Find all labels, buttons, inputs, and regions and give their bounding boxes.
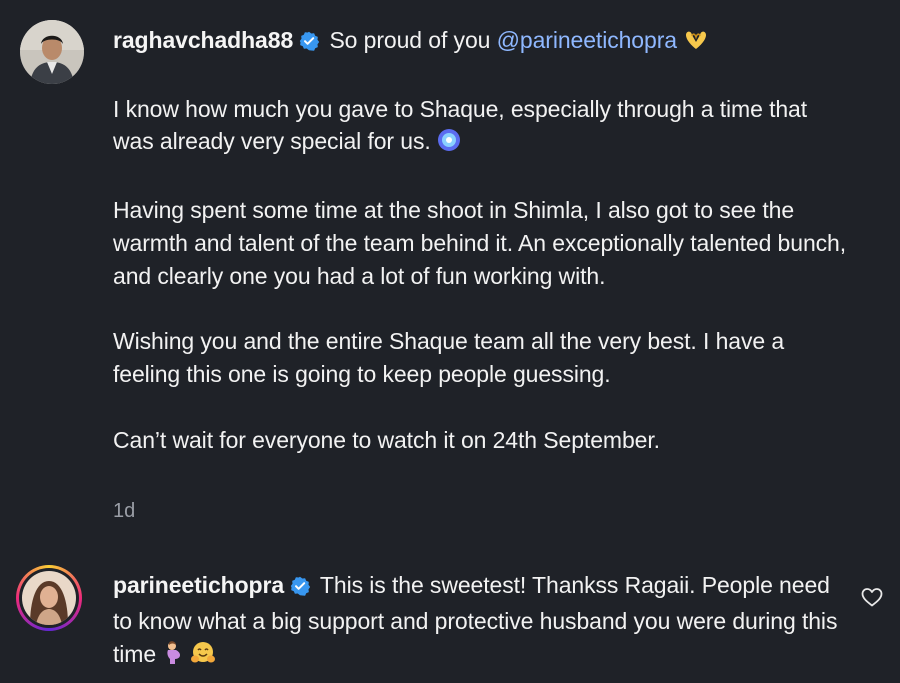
avatar[interactable] [20, 20, 84, 84]
mention-link[interactable]: @parineetichopra [497, 27, 677, 53]
timestamp[interactable]: 1d [113, 500, 135, 523]
comment-text-block: parineetichopra This is the sweetest! Th… [113, 569, 843, 673]
verified-badge-icon [299, 27, 320, 60]
heart-hands-emoji [683, 27, 709, 60]
comment-body: parineetichopra This is the sweetest! Th… [113, 569, 843, 673]
avatar-image [22, 571, 76, 625]
comment-parineetichopra: parineetichopra This is the sweetest! Th… [0, 545, 900, 683]
username[interactable]: parineetichopra [113, 572, 284, 598]
comment-body: raghavchadha88 So proud of you @parineet… [113, 24, 853, 456]
comment-paragraph: I know how much you gave to Shaque, espe… [113, 93, 853, 162]
comment-intro: So proud of you [329, 27, 491, 53]
disc-emoji [437, 128, 461, 161]
avatar[interactable] [16, 565, 82, 631]
pregnant-woman-emoji [162, 640, 184, 674]
comment-thread: raghavchadha88 So proud of you @parineet… [0, 0, 900, 683]
comment-paragraph: Wishing you and the entire Shaque team a… [113, 328, 785, 387]
like-button[interactable] [860, 585, 884, 609]
comment-paragraph: Having spent some time at the shoot in S… [113, 196, 847, 289]
username[interactable]: raghavchadha88 [113, 27, 293, 53]
comment-paragraph: Can’t wait for everyone to watch it on 2… [113, 426, 660, 453]
comment-raghavchadha88: raghavchadha88 So proud of you @parineet… [0, 0, 900, 545]
avatar-image [20, 20, 84, 84]
verified-badge-icon [290, 572, 311, 605]
comment-header-line: raghavchadha88 So proud of you @parineet… [113, 24, 853, 60]
heart-outline-icon [861, 588, 883, 607]
hugging-face-emoji [190, 641, 216, 674]
